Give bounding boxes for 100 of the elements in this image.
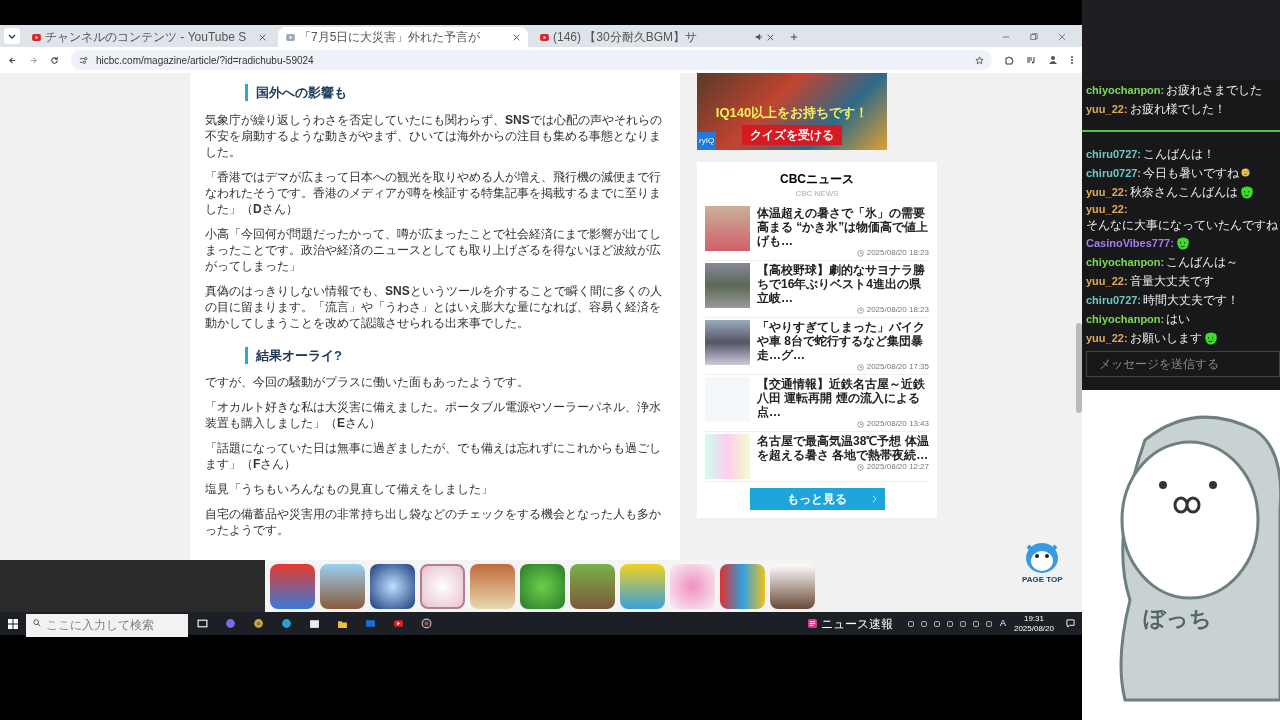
- chat-message: 時間大丈夫です！: [1143, 291, 1240, 308]
- mascot-label: ぼっち: [1143, 605, 1212, 633]
- chat-message: 今日も暑いですね: [1143, 164, 1240, 181]
- news-thumbnail: [705, 263, 750, 308]
- address-bar[interactable]: hicbc.com/magazine/article/?id=radichubu-59024: [71, 50, 992, 70]
- chat-username[interactable]: chiru0727:: [1086, 291, 1142, 308]
- app-icon[interactable]: [320, 563, 365, 609]
- news-item[interactable]: 体温超えの暑さで「氷」の需要高まる “かき氷”は物価高で値上げも… 2025/08/20 18:23: [705, 204, 929, 261]
- chat-username[interactable]: yuu_22:: [1086, 183, 1128, 200]
- search-icon: [33, 619, 41, 627]
- new-tab-icon[interactable]: [790, 33, 798, 41]
- news-item[interactable]: 「やりすぎてしまった」バイクや車 8台で蛇行するなど集団暴走…グ… 2025/08/20 17:35: [705, 318, 929, 375]
- article-paragraph: 「香港ではデマが広まって日本への観光を取りやめる人が増え、飛行機の減便まで行なわれたそうです。香港のメディアが噂を検証する特集記事を掲載するまでに至りました」（Dさん）: [205, 168, 662, 217]
- close-tab-icon[interactable]: [259, 33, 266, 41]
- chat-username[interactable]: chiyochanpon:: [1086, 253, 1165, 270]
- reload-icon[interactable]: [50, 55, 59, 65]
- tab-title: チャンネルのコンテンツ - YouTube S: [45, 29, 248, 46]
- app-icon[interactable]: [270, 563, 315, 609]
- clock-date[interactable]: 2025/08/20: [1013, 623, 1054, 634]
- article-paragraph: 「話題になっていた日は無事に過ぎましたが、でも備えは忘れずにこれからも過ごします」（Fさん）: [205, 440, 662, 472]
- chat-username[interactable]: yuu_22:: [1086, 272, 1128, 289]
- clock-time[interactable]: 19:31: [1023, 613, 1044, 624]
- favicon-icon: [286, 33, 295, 41]
- app-icon[interactable]: [420, 563, 465, 609]
- tab-list-icon[interactable]: [4, 28, 20, 44]
- browser-tab[interactable]: (146) 【30分耐久BGM】サ: [532, 27, 782, 47]
- news-headline: 【交通情報】近鉄名古屋～近鉄八田 運転再開 煙の流入による点…: [757, 377, 926, 419]
- browser-tab[interactable]: チャンネルのコンテンツ - YouTube S: [24, 27, 274, 47]
- menu-icon[interactable]: [1070, 55, 1074, 65]
- app-icon[interactable]: [370, 563, 415, 609]
- chat-message: お疲れさまでした: [1166, 81, 1263, 98]
- chat-message: お疲れ様でした！: [1129, 100, 1226, 117]
- chat-username[interactable]: yuu_22:: [1086, 100, 1128, 117]
- article-paragraph: 小高「今回何が問題だったかって、噂が広まったことで社会経済にまで影響が出てしまったことです。政治や経済のニュースとしても取り上げざるを得ないほど波紋が広がってしまった」: [205, 225, 662, 274]
- chat-username[interactable]: CasinoVibes777:: [1086, 234, 1174, 251]
- speaker-icon[interactable]: [755, 33, 763, 41]
- page-top-button[interactable]: PAGE TOP: [1022, 536, 1063, 586]
- favicon-icon: [540, 33, 549, 41]
- clock-icon: [856, 306, 864, 314]
- browser-tab[interactable]: 「7月5日に大災害」外れた予言が: [278, 27, 528, 47]
- ime-indicator[interactable]: A: [999, 616, 1006, 631]
- clock-icon: [856, 249, 864, 257]
- app-icon[interactable]: [520, 563, 565, 609]
- app-icon[interactable]: [570, 563, 615, 609]
- chat-message: はい: [1166, 310, 1191, 327]
- news-subtitle: CBC NEWS: [795, 188, 839, 200]
- chat-username[interactable]: chiyochanpon:: [1086, 310, 1165, 327]
- news-item[interactable]: 【交通情報】近鉄名古屋～近鉄八田 運転再開 煙の流入による点… 2025/08/20 13:43: [705, 375, 929, 432]
- heading-bar: [245, 84, 248, 102]
- restore-icon[interactable]: [1030, 33, 1038, 41]
- news-date: 2025/08/20 18:23: [866, 305, 929, 315]
- article-paragraph: ですが、今回の騒動がプラスに働いた面もあったようです。: [205, 374, 530, 390]
- article-paragraph: 「オカルト好きな私は大災害に備えました。ポータブル電源やソーラーパネル、浄水装置も購入しました」（Eさん）: [205, 399, 662, 431]
- media-control-icon[interactable]: [1026, 55, 1036, 65]
- news-item[interactable]: 名古屋で最高気温38℃予想 体温を超える暑さ 各地で熱帯夜続… 2025/08/20 12:27: [705, 432, 929, 482]
- clock-icon: [856, 420, 864, 428]
- chat-username[interactable]: chiru0727:: [1086, 145, 1142, 162]
- app-icon[interactable]: [720, 563, 765, 609]
- chat-input[interactable]: メッセージを送信する: [1086, 351, 1280, 377]
- close-tab-icon[interactable]: [513, 33, 520, 41]
- ad-headline: IQ140以上をお持ちです！: [715, 103, 869, 122]
- tab-title: 「7月5日に大災害」外れた予言が: [299, 29, 482, 46]
- app-icon[interactable]: [770, 563, 815, 609]
- news-thumbnail: [705, 434, 750, 479]
- section-heading: 国外への影響も: [256, 84, 347, 102]
- article-paragraph: 気象庁が繰り返しうわさを否定していたにも関わらず、SNSでは心配の声やそれらの不安を扇動するような動きがやまず、ひいては海外からの注目も集める事態となりました。: [205, 111, 663, 160]
- chat-message: そんなに大事になっていたんですね: [1086, 217, 1278, 233]
- chat-username[interactable]: yuu_22:: [1086, 329, 1128, 346]
- chat-message: 秋奈さんこんばんは: [1129, 183, 1238, 200]
- news-thumbnail: [705, 206, 750, 251]
- article-paragraph: 真偽のはっきりしない情報でも、SNSというツールを介することで瞬く間に多くの人の目に留まります。「流言」や「うわさ」とはいえ膨大な量になれば、容易く経済を動かしてしまうことを改めて認識させられる出来事でした。: [205, 282, 663, 331]
- news-icon[interactable]: [807, 619, 817, 628]
- news-headline: 「やりすぎてしまった」バイクや車 8台で蛇行するなど集団暴走…グ…: [757, 320, 926, 362]
- profile-icon[interactable]: [1048, 55, 1058, 65]
- section-heading: 結果オーライ?: [256, 346, 342, 365]
- chat-message: お願いします: [1129, 329, 1202, 346]
- chat-username[interactable]: chiyochanpon:: [1086, 81, 1165, 98]
- bookmark-star-icon[interactable]: [975, 55, 984, 65]
- heading-bar: [245, 346, 248, 364]
- news-date: 2025/08/20 13:43: [866, 419, 929, 429]
- news-thumbnail: [705, 320, 750, 365]
- news-headline: 名古屋で最高気温38℃予想 体温を超える暑さ 各地で熱帯夜続…: [757, 434, 929, 462]
- news-item[interactable]: 【高校野球】劇的なサヨナラ勝ちで16年ぶりベスト4進出の県立岐… 2025/08/20 18:23: [705, 261, 929, 318]
- app-icon[interactable]: [470, 563, 515, 609]
- back-icon[interactable]: [8, 55, 17, 65]
- clock-icon: [856, 363, 864, 371]
- quiz-button[interactable]: クイズを受ける: [742, 125, 842, 145]
- news-widget[interactable]: ニュース速報: [820, 614, 893, 633]
- scrollbar-thumb[interactable]: [1076, 323, 1082, 413]
- news-date: 2025/08/20 18:23: [866, 248, 929, 258]
- close-icon[interactable]: [1058, 33, 1066, 41]
- favicon-icon: [32, 33, 41, 41]
- close-tab-icon[interactable]: [767, 33, 774, 41]
- news-headline: 【高校野球】劇的なサヨナラ勝ちで16年ぶりベスト4進出の県立岐…: [757, 263, 926, 305]
- chat-username[interactable]: yuu_22:: [1086, 201, 1128, 217]
- site-settings-icon[interactable]: [79, 55, 88, 65]
- tab-title: (146) 【30分耐久BGM】サ: [553, 29, 699, 46]
- search-field[interactable]: ここに入力して検索: [26, 613, 188, 637]
- chat-username[interactable]: chiru0727:: [1086, 164, 1142, 181]
- clock-icon: [856, 463, 864, 471]
